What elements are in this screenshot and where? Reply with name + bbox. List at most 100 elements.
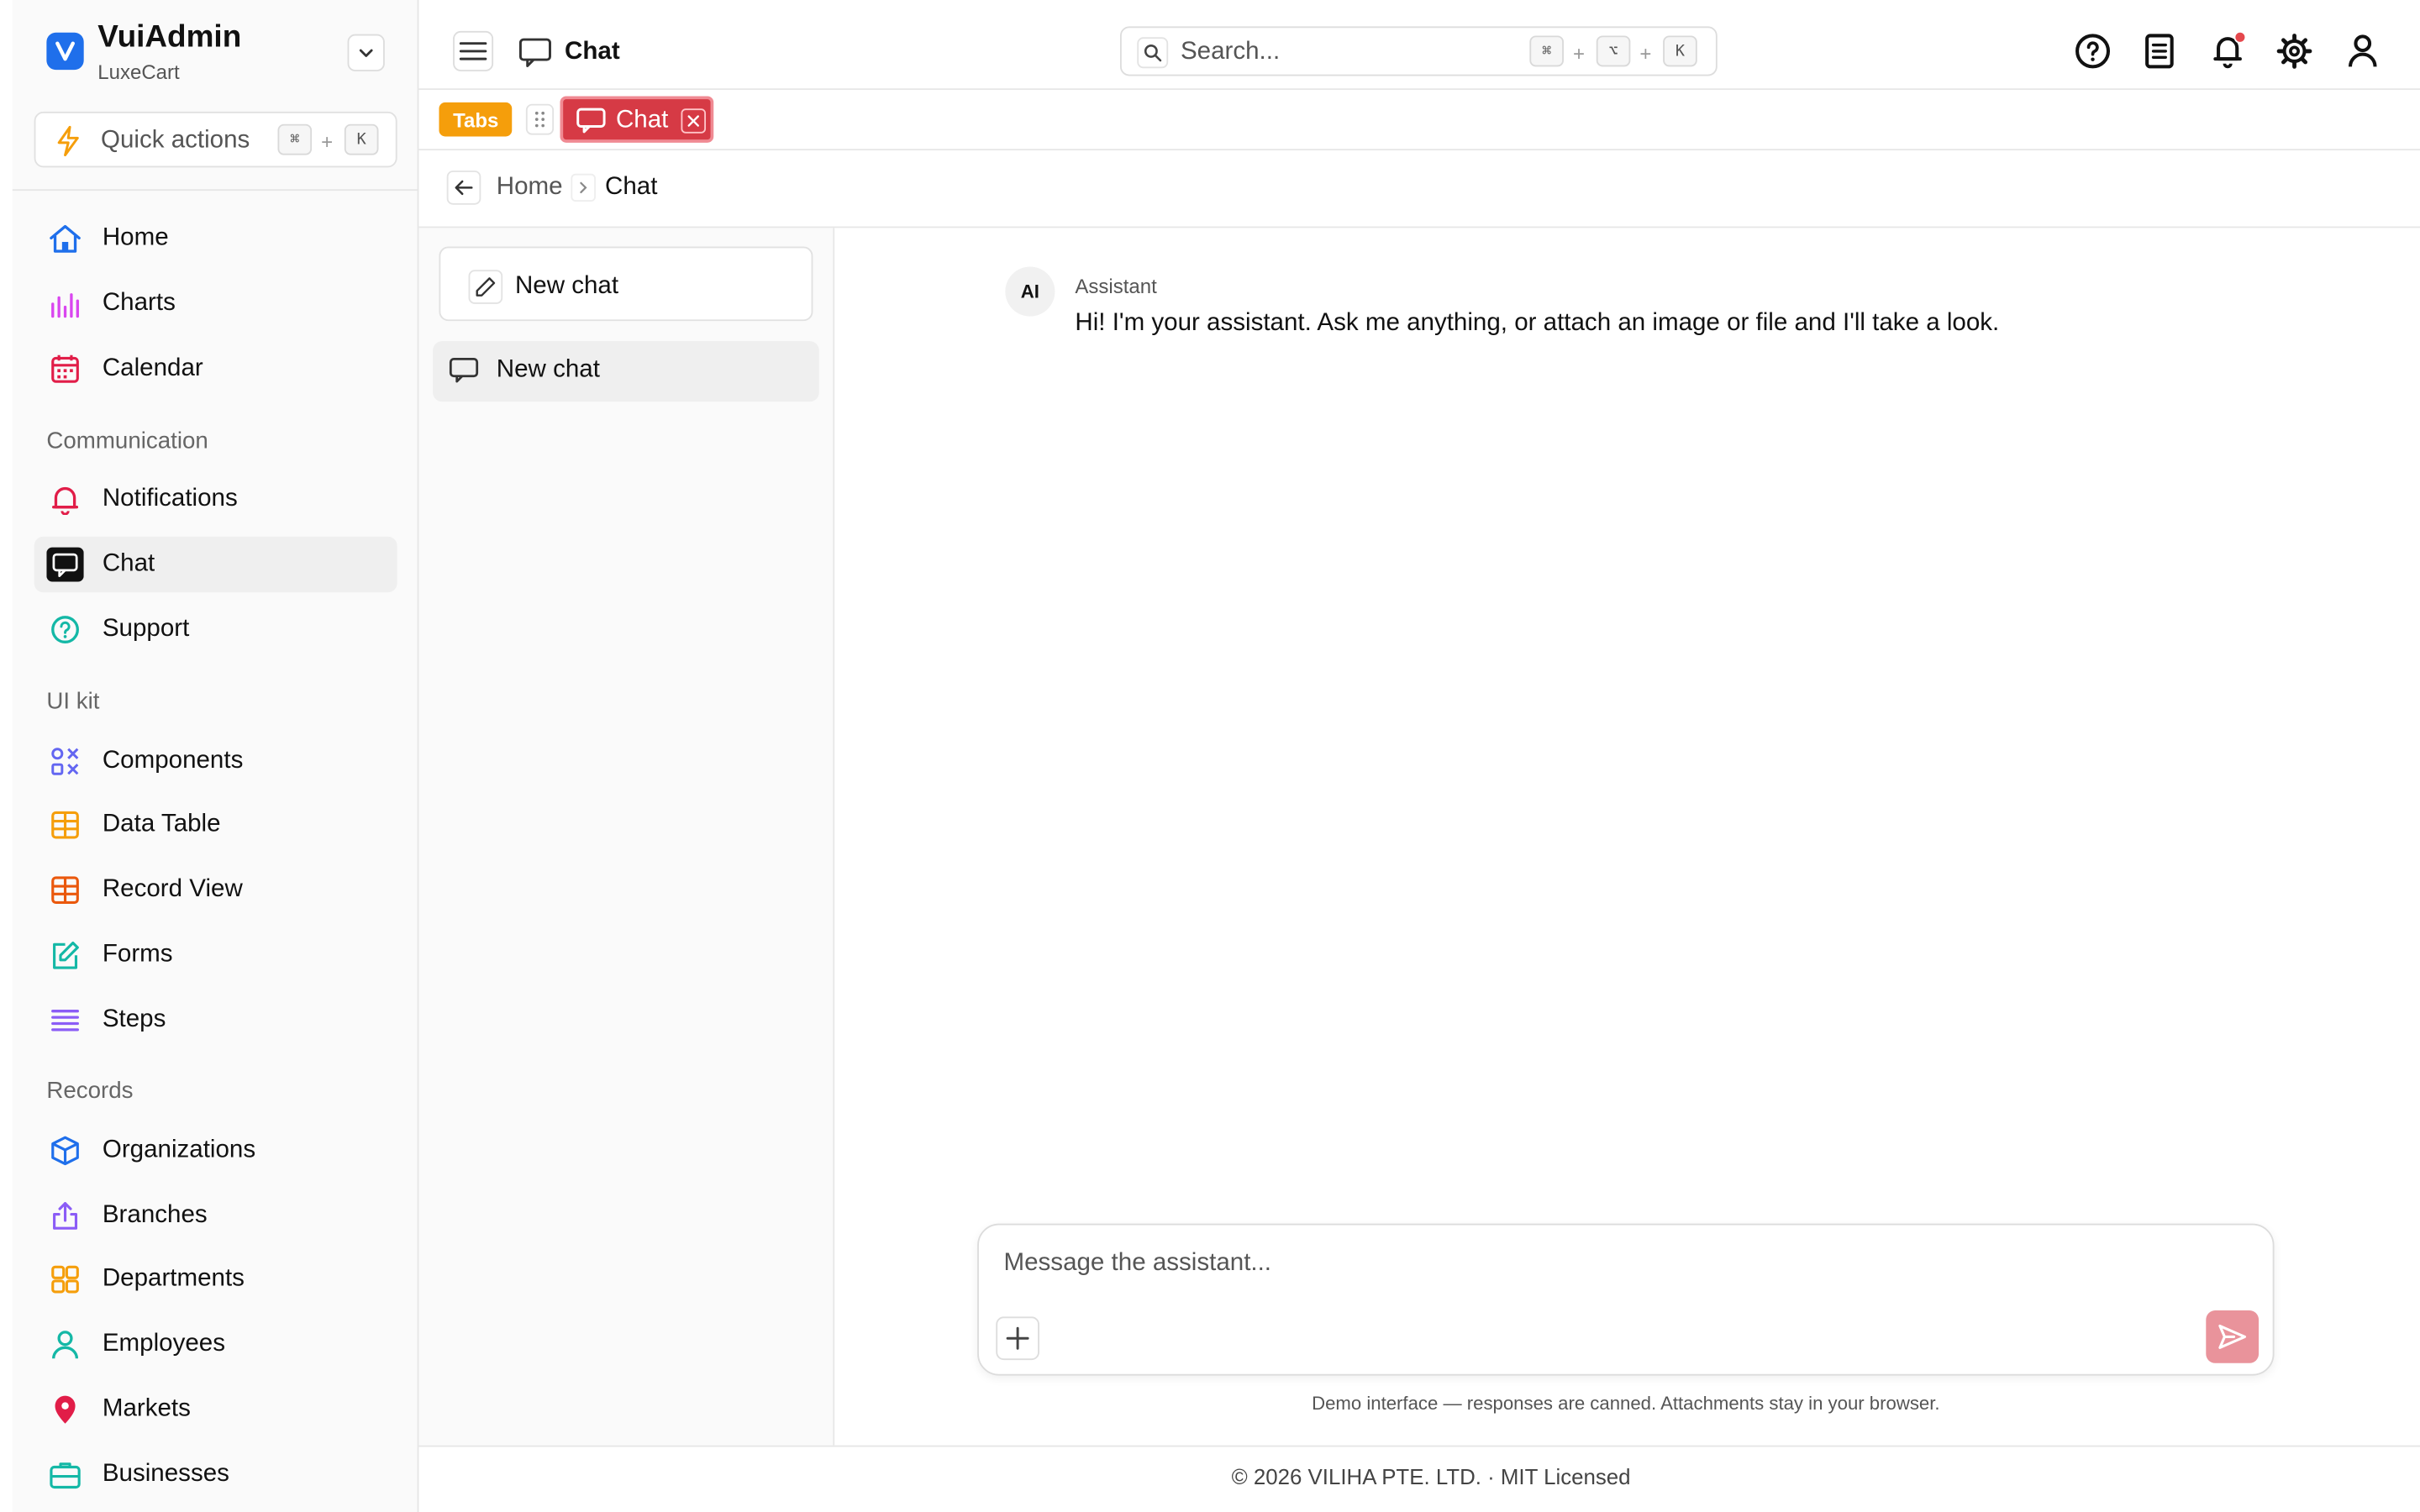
sidebar-item-label: Organizations: [102, 1137, 256, 1163]
chat-icon: [576, 108, 606, 134]
document-icon: [2145, 34, 2174, 69]
message-sender: Assistant: [1075, 274, 1157, 298]
bell-icon: [46, 482, 83, 517]
new-chat-button[interactable]: New chat: [439, 246, 813, 322]
profile-button[interactable]: [2343, 31, 2383, 71]
help-circle-icon: [46, 612, 83, 647]
sidebar-item-label: Components: [102, 747, 244, 774]
section-label-ui-kit: UI kit: [46, 688, 100, 716]
user-icon: [2348, 34, 2377, 67]
sidebar-item-notifications[interactable]: Notifications: [34, 471, 397, 527]
workspace-switcher-button[interactable]: [347, 34, 385, 71]
sidebar-divider: [12, 189, 419, 192]
sidebar-item-label: Data Table: [102, 811, 221, 837]
sidebar-item-components[interactable]: Components: [34, 733, 397, 789]
attach-button[interactable]: [996, 1316, 1039, 1361]
sidebar-item-label: Steps: [102, 1006, 166, 1033]
send-icon: [2218, 1324, 2247, 1349]
bar-chart-icon: [46, 287, 83, 322]
components-icon: [46, 744, 83, 779]
user-icon: [46, 1327, 83, 1362]
new-chat-label: New chat: [514, 272, 619, 300]
brand: VuiAdmin LuxeCart: [13, 0, 419, 96]
sidebar-item-data-table[interactable]: Data Table: [34, 797, 397, 853]
back-button[interactable]: [446, 171, 481, 205]
plus-icon: [1006, 1326, 1029, 1350]
chevron-down-icon: [359, 49, 373, 57]
drag-handle[interactable]: [525, 103, 555, 135]
sidebar-item-label: Notifications: [102, 485, 238, 512]
notification-badge-dot: [2233, 30, 2247, 44]
sidebar-item-label: Employees: [102, 1331, 225, 1357]
kbd-plus: +: [1639, 41, 1652, 66]
tabs-bar: Tabs Chat: [418, 90, 2420, 151]
conversation-label: New chat: [496, 356, 600, 384]
sidebar-item-steps[interactable]: Steps: [34, 993, 397, 1048]
kbd-k: K: [344, 123, 379, 155]
sidebar-item-label: Charts: [102, 290, 176, 317]
share-icon: [46, 1199, 83, 1233]
brand-logo: [46, 32, 84, 71]
chevron-right-icon: [571, 173, 596, 202]
notifications-button[interactable]: [2207, 30, 2248, 71]
help-button[interactable]: [2073, 31, 2113, 71]
menu-toggle-button[interactable]: [453, 30, 494, 71]
message-input[interactable]: [1003, 1243, 2183, 1284]
tab-close-button[interactable]: [681, 108, 707, 134]
sidebar-item-branches[interactable]: Branches: [34, 1188, 397, 1243]
sidebar-item-label: Calendar: [102, 354, 203, 382]
breadcrumb: Home Chat: [418, 150, 2420, 228]
lightning-icon: [57, 125, 79, 157]
docs-button[interactable]: [2139, 31, 2180, 71]
sidebar-item-label: Record View: [102, 876, 243, 903]
search-input[interactable]: [1180, 35, 1507, 71]
kbd-plus: +: [321, 130, 334, 154]
tabs-badge[interactable]: Tabs: [439, 102, 513, 137]
sidebar-item-charts[interactable]: Charts: [34, 276, 397, 332]
table-icon: [46, 873, 83, 907]
pencil-icon: [468, 270, 503, 304]
sidebar-item-home[interactable]: Home: [34, 211, 397, 266]
close-icon: [687, 115, 699, 127]
page-title: Chat: [565, 39, 620, 66]
sidebar-item-departments[interactable]: Departments: [34, 1252, 397, 1307]
sidebar-item-label: Support: [102, 615, 190, 643]
kbd-cmd: ⌘: [277, 123, 313, 155]
sidebar-item-organizations[interactable]: Organizations: [34, 1123, 397, 1179]
settings-button[interactable]: [2275, 31, 2315, 71]
kbd-cmd: ⌘: [1529, 35, 1564, 67]
footer: © 2026 VILIHA PTE. LTD. · MIT Licensed: [418, 1445, 2420, 1512]
sidebar: VuiAdmin LuxeCart Quick actions ⌘ + K Ho…: [12, 0, 419, 1512]
quick-actions-button[interactable]: Quick actions ⌘ + K: [34, 111, 397, 168]
sidebar-item-calendar[interactable]: Calendar: [34, 341, 397, 396]
send-button[interactable]: [2206, 1310, 2260, 1363]
section-label-communication: Communication: [46, 428, 208, 454]
chat-icon: [449, 358, 479, 383]
table-icon: [46, 808, 83, 843]
arrow-left-icon: [455, 180, 473, 196]
sidebar-item-markets[interactable]: Markets: [34, 1382, 397, 1437]
search-box[interactable]: ⌘ + ⌥ + K: [1119, 26, 1718, 76]
help-icon: [2075, 34, 2111, 69]
calendar-icon: [46, 352, 83, 386]
breadcrumb-home-link[interactable]: Home: [497, 174, 563, 202]
sidebar-item-support[interactable]: Support: [34, 601, 397, 657]
map-pin-icon: [46, 1393, 83, 1427]
conversation-item[interactable]: New chat: [433, 341, 819, 402]
cube-icon: [46, 1134, 83, 1168]
sidebar-item-businesses[interactable]: Businesses: [34, 1447, 397, 1503]
search-icon: [1137, 37, 1169, 69]
home-icon: [46, 222, 83, 256]
sidebar-item-label: Markets: [102, 1395, 191, 1422]
gear-icon: [2276, 34, 2312, 69]
tab-chat[interactable]: Chat: [560, 96, 714, 143]
sidebar-item-chat[interactable]: Chat: [34, 536, 397, 593]
sidebar-item-forms[interactable]: Forms: [34, 927, 397, 983]
grip-dots-icon: [534, 111, 545, 128]
sidebar-item-label: Forms: [102, 941, 173, 969]
list-icon: [46, 1003, 83, 1037]
kbd-option: ⌥: [1596, 35, 1631, 67]
sidebar-item-employees[interactable]: Employees: [34, 1316, 397, 1372]
chat-icon: [46, 547, 84, 582]
sidebar-item-record-view[interactable]: Record View: [34, 862, 397, 917]
